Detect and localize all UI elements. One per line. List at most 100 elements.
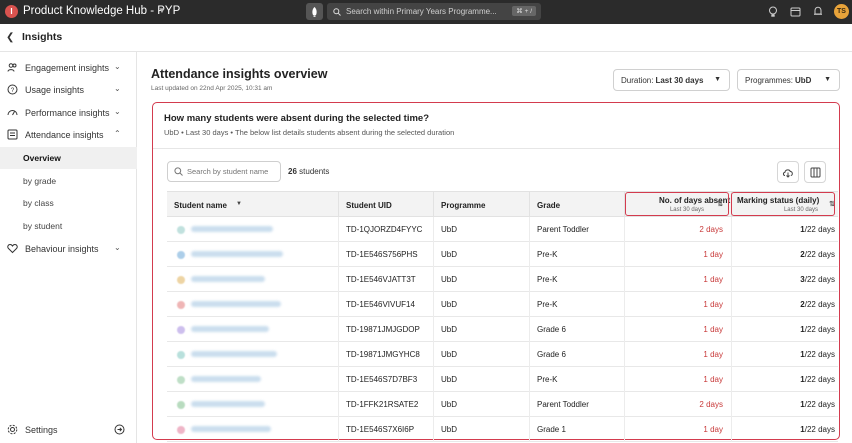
cell-uid: TD-1E546S7D7BF3 [338, 367, 433, 392]
cell-uid: TD-1E546S756PHS [338, 242, 433, 267]
cell-student-name[interactable] [167, 367, 338, 392]
table-row[interactable]: TD-1FFK21RSATE2 UbD Parent Toddler 2 days 1/… [167, 392, 838, 417]
rocket-icon[interactable] [306, 3, 323, 20]
sidebar-subitem-by-class[interactable]: by class [0, 192, 137, 214]
student-search-input[interactable] [187, 167, 275, 176]
table-row[interactable]: TD-1E546S7X6I6P UbD Grade 1 1 day 1/22 days [167, 417, 838, 442]
cell-grade: Grade 1 [529, 417, 624, 442]
days-absent-text: 1 day [703, 300, 723, 309]
table-row[interactable]: TD-1QJORZD4FYYC UbD Parent Toddler 2 days 1/… [167, 217, 838, 242]
cell-student-name[interactable] [167, 242, 338, 267]
cell-uid: TD-1QJORZD4FYYC [338, 217, 433, 242]
page-title: Insights [22, 31, 63, 43]
sidebar-item-behaviour[interactable]: Behaviour insights ⌄ [0, 238, 137, 260]
days-absent-text: 1 day [703, 325, 723, 334]
cell-programme: UbD [433, 367, 529, 392]
programme-text: UbD [441, 375, 458, 384]
programmes-value: UbD [795, 75, 812, 85]
student-search[interactable] [167, 161, 281, 182]
table-row[interactable]: TD-1E546S756PHS UbD Pre-K 1 day 2/22 days [167, 242, 838, 267]
student-avatar [177, 351, 185, 359]
days-absent-text: 2 days [699, 400, 723, 409]
divider [153, 148, 839, 149]
cell-student-name[interactable] [167, 392, 338, 417]
days-absent-text: 2 days [699, 225, 723, 234]
programme-text: UbD [441, 425, 458, 434]
page-header: ❮ Insights [0, 24, 852, 52]
cell-student-name[interactable] [167, 267, 338, 292]
uid-text: TD-1E546VJATT3T [346, 275, 416, 284]
sidebar-item-performance[interactable]: Performance insights ⌄ [0, 102, 137, 124]
cell-student-name[interactable] [167, 217, 338, 242]
cell-days-absent: 1 day [624, 292, 731, 317]
student-name-redacted [191, 301, 281, 307]
cell-student-name[interactable] [167, 342, 338, 367]
sidebar-item-engagement[interactable]: Engagement insights ⌄ [0, 57, 137, 79]
marking-total: /22 days [804, 275, 835, 284]
programmes-label: Programmes: [745, 75, 794, 85]
cell-days-absent: 2 days [624, 217, 731, 242]
sidebar-subitem-label: by class [23, 198, 54, 208]
last-updated: Last updated on 22nd Apr 2025, 10:31 am [151, 85, 273, 92]
user-avatar[interactable]: TS [834, 4, 849, 19]
global-search-placeholder: Search within Primary Years Programme... [346, 7, 497, 16]
uid-text: TD-1QJORZD4FYYC [346, 225, 423, 234]
sidebar-item-usage[interactable]: ? Usage insights ⌄ [0, 79, 137, 101]
shortcut-badge: ⌘ + / [512, 6, 536, 16]
cell-uid: TD-1E546VIVUF14 [338, 292, 433, 317]
sidebar-item-attendance[interactable]: Attendance insights ⌃ [0, 124, 137, 146]
app-logo[interactable]: I [5, 5, 18, 18]
global-search[interactable]: Search within Primary Years Programme...… [327, 3, 541, 20]
chevron-down-icon[interactable]: ▼ [158, 6, 166, 15]
sidebar-subitem-label: Overview [23, 153, 61, 163]
col-programme: Programme [433, 192, 529, 218]
columns-button[interactable] [804, 161, 826, 183]
student-avatar [177, 251, 185, 259]
grade-text: Pre-K [537, 250, 558, 259]
app-title[interactable]: Product Knowledge Hub - PYP [23, 5, 180, 17]
table-row[interactable]: TD-1E546VIVUF14 UbD Pre-K 1 day 2/22 days [167, 292, 838, 317]
chevron-down-icon: ⌄ [114, 62, 121, 71]
uid-text: TD-1E546VIVUF14 [346, 300, 415, 309]
grade-text: Pre-K [537, 275, 558, 284]
uid-text: TD-1E546S7X6I6P [346, 425, 415, 434]
sidebar-subitem-by-grade[interactable]: by grade [0, 170, 137, 192]
sidebar-subitem-by-student[interactable]: by student [0, 215, 137, 237]
cell-days-absent: 1 day [624, 417, 731, 442]
download-button[interactable] [777, 161, 799, 183]
days-absent-text: 1 day [703, 250, 723, 259]
back-arrow-icon[interactable]: ❮ [6, 32, 14, 43]
table-row[interactable]: TD-1E546VJATT3T UbD Pre-K 1 day 3/22 days [167, 267, 838, 292]
cell-uid: TD-19871JMGYHC8 [338, 342, 433, 367]
table-row[interactable]: TD-19871JMJGDOP UbD Grade 6 1 day 1/22 days [167, 317, 838, 342]
programmes-dropdown[interactable]: Programmes: UbD ▼ [737, 69, 840, 91]
col-student-name[interactable]: Student name ▼ [167, 192, 338, 218]
duration-dropdown[interactable]: Duration: Last 30 days ▼ [613, 69, 730, 91]
calendar-icon[interactable] [789, 5, 802, 18]
grade-text: Grade 6 [537, 325, 566, 334]
cell-student-name[interactable] [167, 292, 338, 317]
table-row[interactable]: TD-19871JMGYHC8 UbD Grade 6 1 day 1/22 days [167, 342, 838, 367]
student-name-redacted [191, 251, 283, 257]
cell-student-name[interactable] [167, 417, 338, 442]
days-absent-text: 1 day [703, 375, 723, 384]
cell-uid: TD-1E546S7X6I6P [338, 417, 433, 442]
highlight-days-absent [625, 192, 729, 216]
student-avatar [177, 276, 185, 284]
bell-icon[interactable] [811, 5, 824, 18]
cell-student-name[interactable] [167, 317, 338, 342]
sidebar-settings[interactable]: Settings [0, 419, 137, 441]
uid-text: TD-1FFK21RSATE2 [346, 400, 419, 409]
student-avatar [177, 401, 185, 409]
chevron-down-icon: ⌄ [114, 107, 121, 116]
table-row[interactable]: TD-1E546S7D7BF3 UbD Pre-K 1 day 1/22 days [167, 367, 838, 392]
cell-grade: Pre-K [529, 367, 624, 392]
lightbulb-icon[interactable] [766, 5, 779, 18]
marking-total: /22 days [804, 400, 835, 409]
people-icon [7, 63, 17, 72]
cell-marking-status: 1/22 days [731, 342, 838, 367]
sidebar: Engagement insights ⌄ ? Usage insights ⌄… [0, 52, 137, 443]
sidebar-subitem-overview[interactable]: Overview [0, 147, 137, 169]
col-label: Student UID [346, 201, 392, 210]
collapse-sidebar-icon[interactable] [114, 424, 125, 435]
